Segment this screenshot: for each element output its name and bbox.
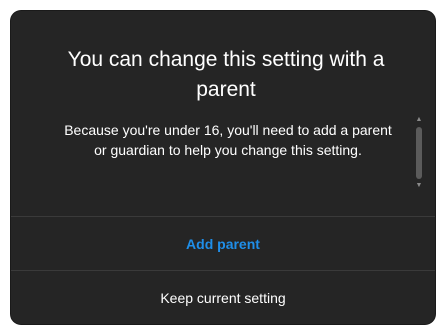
scroll-up-icon[interactable]: ▲ xyxy=(413,115,425,125)
keep-current-setting-button[interactable]: Keep current setting xyxy=(11,273,435,323)
dialog-title: You can change this setting with a paren… xyxy=(67,48,385,101)
divider-top xyxy=(11,216,435,217)
scroll-down-icon[interactable]: ▼ xyxy=(413,181,425,191)
divider-bottom xyxy=(11,270,435,271)
dialog-header: You can change this setting with a paren… xyxy=(11,11,435,216)
parent-permission-dialog: You can change this setting with a paren… xyxy=(11,11,435,324)
scroll-thumb[interactable] xyxy=(416,127,422,179)
dialog-message: Because you're under 16, you'll need to … xyxy=(64,122,392,158)
message-scrollbar[interactable]: ▲ ▼ xyxy=(413,115,425,191)
add-parent-button[interactable]: Add parent xyxy=(11,219,435,269)
